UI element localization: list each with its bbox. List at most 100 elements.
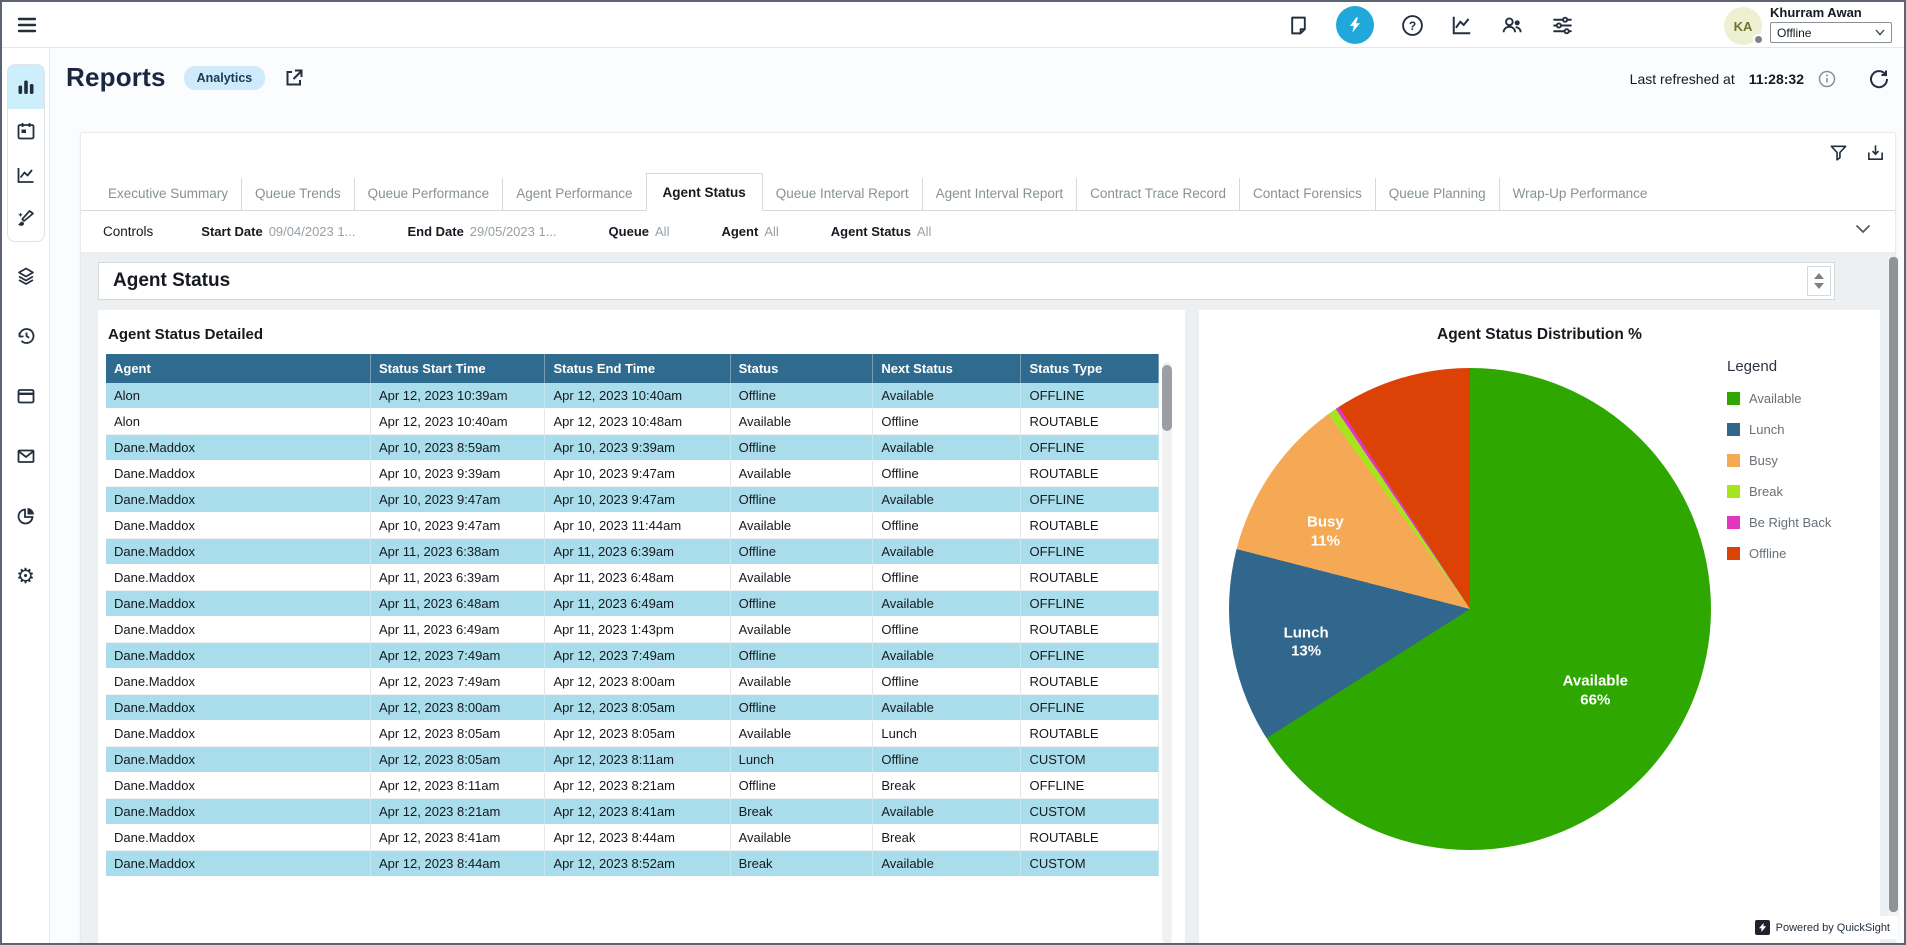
users-icon[interactable] <box>1500 13 1524 37</box>
table-cell: Apr 12, 2023 8:11am <box>545 747 730 773</box>
control-agent-status[interactable]: Agent StatusAll <box>831 224 932 239</box>
legend-item-offline[interactable]: Offline <box>1727 546 1877 561</box>
legend-item-be-right-back[interactable]: Be Right Back <box>1727 515 1877 530</box>
hamburger-menu-icon[interactable] <box>16 14 38 36</box>
controls-expand-icon[interactable] <box>1855 224 1871 234</box>
pie-chart-title: Agent Status Distribution % <box>1199 326 1880 344</box>
tab-agent-performance[interactable]: Agent Performance <box>502 178 645 210</box>
external-link-icon[interactable] <box>283 67 305 89</box>
table-row[interactable]: Dane.MaddoxApr 10, 2023 8:59amApr 10, 20… <box>106 435 1159 461</box>
table-scrollbar-thumb[interactable] <box>1162 365 1172 431</box>
table-row[interactable]: Dane.MaddoxApr 11, 2023 6:49amApr 11, 20… <box>106 617 1159 643</box>
table-cell: Apr 10, 2023 9:39am <box>545 435 730 461</box>
control-start-date[interactable]: Start Date09/04/2023 1... <box>201 224 355 239</box>
table-row[interactable]: Dane.MaddoxApr 12, 2023 8:05amApr 12, 20… <box>106 747 1159 773</box>
themes-brush-icon <box>16 209 36 229</box>
table-cell: Apr 10, 2023 9:47am <box>545 461 730 487</box>
table-row[interactable]: Dane.MaddoxApr 12, 2023 8:21amApr 12, 20… <box>106 799 1159 825</box>
agent-status-detailed-panel: Agent Status Detailed AgentStatus Start … <box>98 310 1185 943</box>
legend-item-busy[interactable]: Busy <box>1727 453 1877 468</box>
table-cell: OFFLINE <box>1021 643 1159 669</box>
info-icon[interactable] <box>1818 70 1836 88</box>
table-row[interactable]: Dane.MaddoxApr 12, 2023 8:11amApr 12, 20… <box>106 773 1159 799</box>
spinner-down-icon[interactable] <box>1814 283 1824 289</box>
table-row[interactable]: Dane.MaddoxApr 11, 2023 6:38amApr 11, 20… <box>106 539 1159 565</box>
sidebar-item-mail[interactable] <box>7 434 45 478</box>
layers-icon <box>16 266 36 286</box>
table-cell: Apr 11, 2023 6:48am <box>545 565 730 591</box>
column-header-status-type[interactable]: Status Type <box>1021 354 1159 383</box>
column-header-status-start-time[interactable]: Status Start Time <box>370 354 545 383</box>
window-scrollbar-thumb[interactable] <box>1889 257 1898 912</box>
table-row[interactable]: Dane.MaddoxApr 10, 2023 9:47amApr 10, 20… <box>106 513 1159 539</box>
legend-item-break[interactable]: Break <box>1727 484 1877 499</box>
refresh-icon[interactable] <box>1868 68 1890 90</box>
avatar[interactable]: KA <box>1724 7 1762 45</box>
download-icon[interactable] <box>1866 143 1885 162</box>
table-row[interactable]: AlonApr 12, 2023 10:40amApr 12, 2023 10:… <box>106 409 1159 435</box>
sidebar-item-layers[interactable] <box>7 254 45 298</box>
tab-contact-forensics[interactable]: Contact Forensics <box>1239 178 1375 210</box>
pie-chart[interactable]: Busy11% Lunch13% Available66% <box>1229 368 1711 850</box>
note-icon[interactable] <box>1286 13 1310 37</box>
table-row[interactable]: Dane.MaddoxApr 10, 2023 9:39amApr 10, 20… <box>106 461 1159 487</box>
table-row[interactable]: Dane.MaddoxApr 12, 2023 7:49amApr 12, 20… <box>106 643 1159 669</box>
table-row[interactable]: Dane.MaddoxApr 12, 2023 8:41amApr 12, 20… <box>106 825 1159 851</box>
table-cell: Dane.Maddox <box>106 565 370 591</box>
tab-queue-planning[interactable]: Queue Planning <box>1375 178 1499 210</box>
spinner-up-icon[interactable] <box>1814 273 1824 279</box>
tab-queue-performance[interactable]: Queue Performance <box>354 178 503 210</box>
tab-agent-status[interactable]: Agent Status <box>646 173 763 211</box>
sidebar-item-history[interactable] <box>7 314 45 358</box>
table-row[interactable]: AlonApr 12, 2023 10:39amApr 12, 2023 10:… <box>106 383 1159 409</box>
table-cell: Dane.Maddox <box>106 461 370 487</box>
tab-wrap-up-performance[interactable]: Wrap-Up Performance <box>1499 178 1661 210</box>
table-cell: Available <box>873 487 1021 513</box>
table-row[interactable]: Dane.MaddoxApr 10, 2023 9:47amApr 10, 20… <box>106 487 1159 513</box>
table-row[interactable]: Dane.MaddoxApr 12, 2023 7:49amApr 12, 20… <box>106 669 1159 695</box>
control-end-date[interactable]: End Date29/05/2023 1... <box>407 224 556 239</box>
table-cell: ROUTABLE <box>1021 513 1159 539</box>
section-spinner[interactable] <box>1807 266 1831 296</box>
metrics-chart-icon[interactable] <box>1450 13 1474 37</box>
tab-executive-summary[interactable]: Executive Summary <box>95 178 241 210</box>
presence-select[interactable]: Offline <box>1770 22 1892 43</box>
table-row[interactable]: Dane.MaddoxApr 12, 2023 8:00amApr 12, 20… <box>106 695 1159 721</box>
filter-icon[interactable] <box>1829 143 1848 162</box>
table-cell: Dane.Maddox <box>106 617 370 643</box>
column-header-status[interactable]: Status <box>730 354 873 383</box>
tab-queue-trends[interactable]: Queue Trends <box>241 178 354 210</box>
table-cell: CUSTOM <box>1021 851 1159 877</box>
legend-swatch <box>1727 454 1740 467</box>
sidebar-item-calendar[interactable] <box>8 109 44 153</box>
column-header-agent[interactable]: Agent <box>106 354 370 383</box>
table-cell: Apr 11, 2023 6:38am <box>370 539 545 565</box>
control-queue[interactable]: QueueAll <box>609 224 670 239</box>
table-row[interactable]: Dane.MaddoxApr 12, 2023 8:44amApr 12, 20… <box>106 851 1159 877</box>
tab-queue-interval-report[interactable]: Queue Interval Report <box>763 178 922 210</box>
table-cell: Offline <box>730 383 873 409</box>
legend-item-available[interactable]: Available <box>1727 391 1877 406</box>
help-icon[interactable]: ? <box>1400 13 1424 37</box>
tab-contract-trace-record[interactable]: Contract Trace Record <box>1076 178 1239 210</box>
section-title: Agent Status <box>113 270 230 292</box>
tab-agent-interval-report[interactable]: Agent Interval Report <box>922 178 1077 210</box>
sidebar-item-window[interactable] <box>7 374 45 418</box>
table-cell: ROUTABLE <box>1021 825 1159 851</box>
table-row[interactable]: Dane.MaddoxApr 11, 2023 6:39amApr 11, 20… <box>106 565 1159 591</box>
sidebar-item-pie-chart[interactable] <box>7 494 45 538</box>
agent-status-table: AgentStatus Start TimeStatus End TimeSta… <box>106 354 1159 877</box>
column-header-next-status[interactable]: Next Status <box>873 354 1021 383</box>
realtime-metrics-icon[interactable] <box>1336 6 1374 44</box>
sidebar-item-settings[interactable]: ⚙ <box>7 554 45 598</box>
sidebar-item-bar-chart[interactable] <box>8 65 44 109</box>
table-row[interactable]: Dane.MaddoxApr 11, 2023 6:48amApr 11, 20… <box>106 591 1159 617</box>
legend-item-lunch[interactable]: Lunch <box>1727 422 1877 437</box>
sidebar-item-themes[interactable] <box>8 197 44 241</box>
control-agent[interactable]: AgentAll <box>721 224 778 239</box>
column-header-status-end-time[interactable]: Status End Time <box>545 354 730 383</box>
table-cell: OFFLINE <box>1021 695 1159 721</box>
sidebar-item-line-chart[interactable] <box>8 153 44 197</box>
settings-sliders-icon[interactable] <box>1550 13 1574 37</box>
table-row[interactable]: Dane.MaddoxApr 12, 2023 8:05amApr 12, 20… <box>106 721 1159 747</box>
